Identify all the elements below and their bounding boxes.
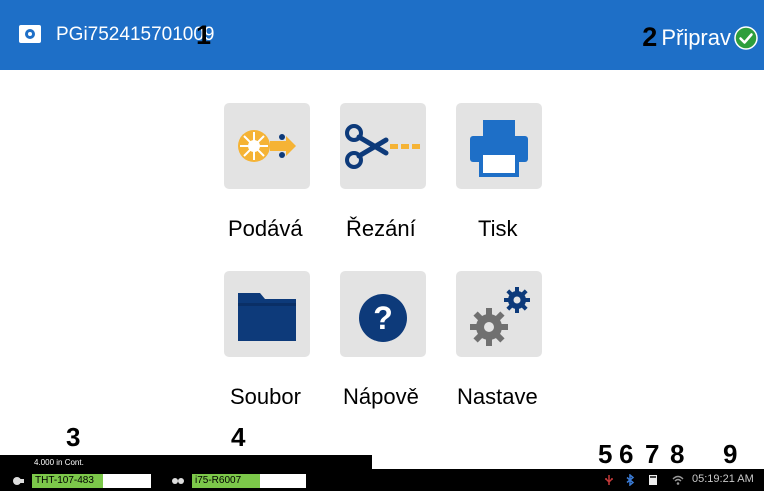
ribbon-icon <box>172 478 184 484</box>
clock: 05:19:21 AM <box>692 473 754 485</box>
callout-4: 4 <box>231 422 246 452</box>
callout-8: 8 <box>670 439 685 469</box>
printer-icon <box>470 120 528 177</box>
print-label: Tisk <box>478 216 518 241</box>
help-label: Nápově <box>343 384 419 409</box>
svg-text:?: ? <box>373 300 393 336</box>
label-supply-caption: 4.000 in Cont. <box>34 458 84 467</box>
file-label: Soubor <box>230 384 301 409</box>
feed-reel-icon <box>238 130 296 162</box>
settings-button[interactable] <box>456 271 542 357</box>
question-icon: ? <box>359 294 407 342</box>
label-roll-icon <box>13 477 24 485</box>
usb-icon[interactable] <box>603 474 615 486</box>
status-bar-slant <box>350 455 372 469</box>
callout-3: 3 <box>66 422 81 452</box>
settings-label: Nastave <box>457 384 538 409</box>
printer-status-icon[interactable] <box>18 23 42 45</box>
status-text: Připrav <box>661 24 731 50</box>
label-supply[interactable]: THT-107-483 <box>32 474 151 488</box>
printer-id: PGi752415701009 <box>56 24 215 45</box>
print-button[interactable] <box>456 103 542 189</box>
help-button[interactable]: ? <box>340 271 426 357</box>
printer-status[interactable]: 2 Připrav <box>642 22 758 53</box>
scissors-icon <box>345 124 420 169</box>
sd-card-icon[interactable] <box>647 474 659 486</box>
callout-2: 2 <box>642 22 658 52</box>
top-bar: PGi752415701009 1 2 Připrav <box>0 0 764 70</box>
callout-5: 5 <box>598 439 613 469</box>
feed-button[interactable] <box>224 103 310 189</box>
folder-icon <box>238 293 296 341</box>
feed-label: Podává <box>228 216 303 241</box>
callout-6: 6 <box>619 439 634 469</box>
ribbon-supply-part: i75-R6007 <box>195 475 242 486</box>
gears-icon <box>470 287 530 346</box>
ribbon-supply[interactable]: i75-R6007 <box>192 474 306 488</box>
wifi-icon[interactable] <box>672 474 684 486</box>
check-circle-icon <box>734 25 758 50</box>
cut-button[interactable] <box>340 103 426 189</box>
callout-9: 9 <box>723 439 738 469</box>
callout-1: 1 <box>196 20 212 50</box>
file-button[interactable] <box>224 271 310 357</box>
bluetooth-icon[interactable] <box>624 474 636 486</box>
label-supply-part: THT-107-483 <box>35 475 94 486</box>
cut-label: Řezání <box>346 216 416 241</box>
callout-7: 7 <box>645 439 660 469</box>
